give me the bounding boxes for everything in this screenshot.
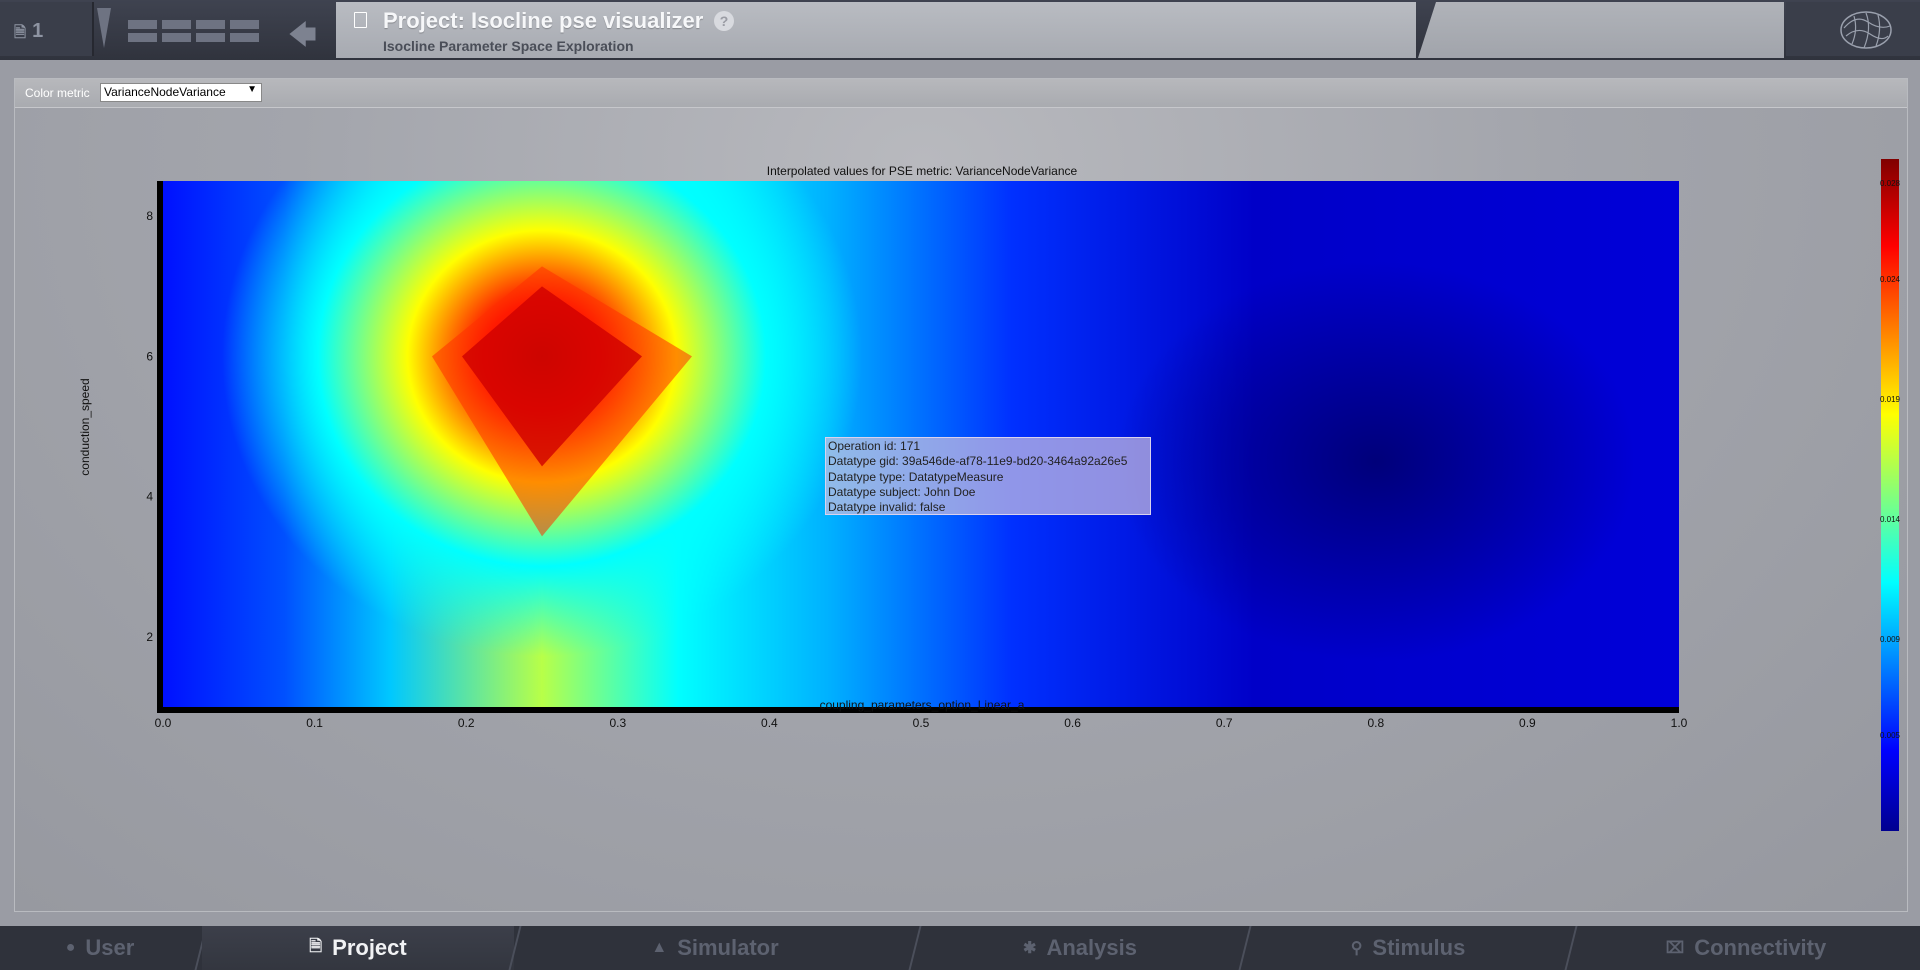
menu-grid-icon[interactable] — [122, 2, 274, 56]
heatmap-area[interactable] — [163, 107, 1679, 707]
operation-tooltip: Operation id: 171 Datatype gid: 39a546de… — [825, 437, 1151, 515]
x-tick-label: 0.1 — [306, 716, 323, 730]
colorbar-tick-label: 0.009 — [1880, 635, 1901, 644]
bottom-navigation: ● User 🗎 Project ▲ Simulator ✱ Analysis ⚲ Sti… — [0, 926, 1920, 970]
colorbar: 0.005 0.009 0.014 0.019 0.024 0.028 — [1880, 159, 1901, 831]
tab-label: Connectivity — [1694, 935, 1827, 960]
back-arrow-icon: 🡄 — [288, 19, 317, 50]
tab-project[interactable]: 🗎 Project — [202, 926, 514, 970]
chevron-down-icon: ▼ — [247, 84, 257, 95]
x-tick-label: 0.4 — [761, 716, 778, 730]
tab-label: Stimulus — [1372, 935, 1466, 960]
page-title: Project: Isocline pse visualizer — [383, 8, 704, 33]
colorbar-tick-label: 0.019 — [1880, 395, 1901, 404]
tooltip-line: Datatype type: DatatypeMeasure — [828, 469, 1004, 484]
tab-label: Simulator — [677, 935, 779, 960]
x-tick-label: 0.5 — [913, 716, 930, 730]
x-tick-label: 0.0 — [155, 716, 172, 730]
color-metric-value: VarianceNodeVariance — [104, 85, 226, 99]
tooltip-line: Datatype gid: 39a546de-af78-11e9-bd20-34… — [828, 454, 1128, 469]
rocket-icon: ▲ — [651, 939, 668, 956]
title-area: Project: Isocline pse visualizer ? Isocl… — [336, 2, 1416, 58]
main-panel: Color metric VarianceNodeVariance ▼ Inte… — [14, 78, 1908, 912]
back-button[interactable]: 🡄 — [276, 2, 334, 56]
tab-label: User — [85, 935, 135, 960]
y-tick-label: 8 — [146, 209, 153, 223]
color-metric-label: Color metric — [25, 86, 90, 100]
pin-icon: ⚲ — [1350, 940, 1363, 957]
y-axis-label: conduction_speed — [78, 378, 92, 475]
tab-simulator[interactable]: ▲ Simulator — [516, 926, 914, 970]
tab-analysis[interactable]: ✱ Analysis — [916, 926, 1244, 970]
colorbar-tick-label: 0.024 — [1880, 275, 1901, 284]
colorbar-tick-label: 0.014 — [1880, 515, 1901, 524]
header-right-panel — [1418, 2, 1784, 58]
logo-area[interactable] — [1786, 2, 1920, 56]
y-tick-label: 2 — [146, 630, 153, 644]
page-subtitle: Isocline Parameter Space Exploration — [383, 38, 634, 54]
x-tick-label: 0.6 — [1064, 716, 1081, 730]
tooltip-line: Datatype subject: John Doe — [828, 484, 976, 499]
brain-logo-icon — [1840, 11, 1892, 49]
color-metric-select[interactable]: VarianceNodeVariance ▼ — [100, 83, 262, 102]
x-tick-label: 0.7 — [1216, 716, 1233, 730]
tab-label: Project — [332, 935, 407, 960]
document-icon: 🗎 — [14, 24, 27, 41]
x-tick-label: 0.8 — [1367, 716, 1384, 730]
toggle-icon[interactable] — [94, 2, 120, 56]
heatmap-low-region — [1115, 261, 1636, 662]
y-axis-line — [157, 181, 163, 713]
document-icon — [354, 12, 367, 28]
operation-counter[interactable]: 🗎 1 — [0, 2, 94, 56]
counter-value: 1 — [32, 20, 44, 42]
gear-icon: ✱ — [1023, 940, 1037, 957]
colorbar-tick-label: 0.028 — [1880, 179, 1901, 188]
x-tick-label: 0.9 — [1519, 716, 1536, 730]
tab-label: Analysis — [1046, 935, 1137, 960]
help-icon[interactable]: ? — [714, 11, 734, 31]
document-icon: 🗎 — [309, 937, 323, 955]
chart-title: Interpolated values for PSE metric: Vari… — [767, 164, 1078, 178]
toolbar: Color metric VarianceNodeVariance ▼ — [15, 79, 1907, 108]
y-tick-label: 4 — [146, 490, 153, 504]
tooltip-line: Datatype invalid: false — [828, 500, 946, 515]
x-tick-label: 0.2 — [458, 716, 475, 730]
tab-stimulus[interactable]: ⚲ Stimulus — [1246, 926, 1570, 970]
tab-connectivity[interactable]: ⌧ Connectivity — [1572, 926, 1920, 970]
tooltip-line: Operation id: 171 — [828, 439, 921, 453]
x-tick-label: 0.3 — [609, 716, 626, 730]
x-tick-label: 1.0 — [1671, 716, 1688, 730]
top-header: 🗎 1 🡄 Project: Isocline pse visualizer ? … — [0, 0, 1920, 60]
x-axis-label: coupling_parameters_option_Linear_a — [820, 698, 1025, 712]
user-icon: ● — [65, 939, 76, 956]
tab-user[interactable]: ● User — [0, 926, 200, 970]
network-icon: ⌧ — [1665, 940, 1685, 957]
y-tick-label: 6 — [146, 349, 153, 363]
colorbar-tick-label: 0.005 — [1880, 731, 1901, 740]
